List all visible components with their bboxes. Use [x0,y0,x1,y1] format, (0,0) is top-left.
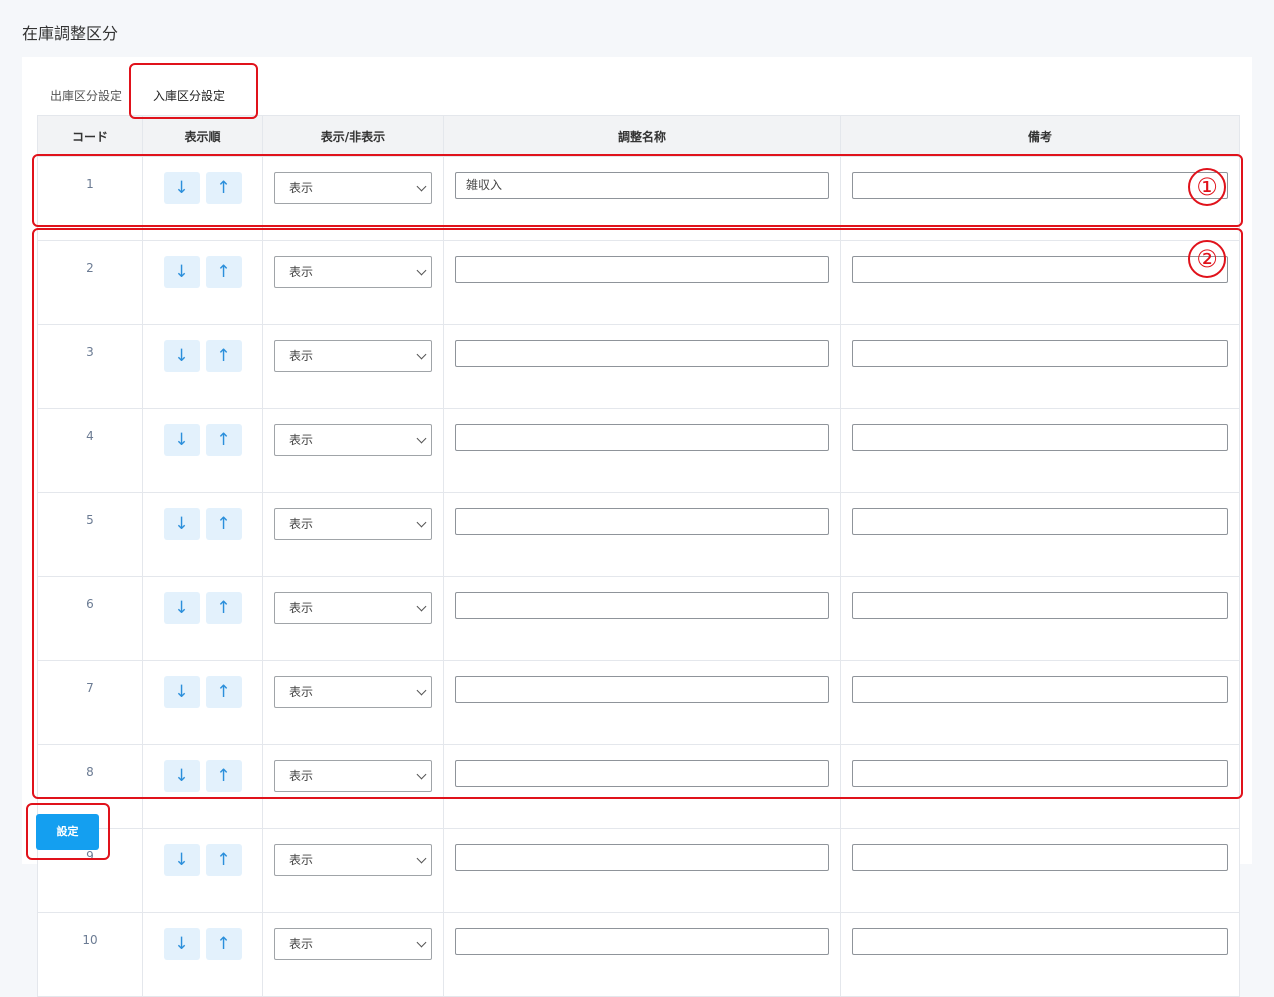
note-cell [840,828,1240,913]
row-code: 10 [37,912,143,997]
visibility-cell: 表示 [262,912,444,997]
header-order: 表示順 [142,115,263,157]
chevron-down-icon [416,853,427,864]
visibility-select[interactable]: 表示 [274,928,432,960]
visibility-select-value: 表示 [289,853,314,867]
move-down-button[interactable]: ↓ [163,844,200,876]
tab-outbound-settings[interactable]: 出庫区分設定 [50,87,122,104]
table-row: 10 ↓ ↑ 表示 [37,912,1240,997]
move-down-button[interactable]: ↓ [163,928,200,960]
header-visibility: 表示/非表示 [262,115,444,157]
table-header-row: コード 表示順 表示/非表示 調整名称 備考 [37,115,1240,157]
note-cell [840,912,1240,997]
visibility-select-value: 表示 [289,937,314,951]
move-up-button[interactable]: ↑ [205,928,242,960]
tab-highlight-box [129,63,258,119]
adjustment-name-input[interactable] [455,844,829,871]
header-note: 備考 [840,115,1240,157]
row-1-highlight-box [32,154,1243,227]
header-code: コード [37,115,143,157]
marker-2: ② [1188,240,1226,278]
table-row: 9 ↓ ↑ 表示 [37,828,1240,913]
adjustment-name-input[interactable] [455,928,829,955]
note-input[interactable] [852,844,1228,871]
chevron-down-icon [416,937,427,948]
visibility-cell: 表示 [262,828,444,913]
move-up-button[interactable]: ↑ [205,844,242,876]
header-name: 調整名称 [443,115,841,157]
rows-2-10-highlight-box [32,228,1243,799]
submit-highlight-box [26,803,110,860]
name-cell [443,828,841,913]
note-input[interactable] [852,928,1228,955]
order-cell: ↓ ↑ [142,912,263,997]
page-title: 在庫調整区分 [22,24,119,43]
name-cell [443,912,841,997]
marker-1: ① [1188,168,1226,206]
visibility-select[interactable]: 表示 [274,844,432,876]
order-cell: ↓ ↑ [142,828,263,913]
